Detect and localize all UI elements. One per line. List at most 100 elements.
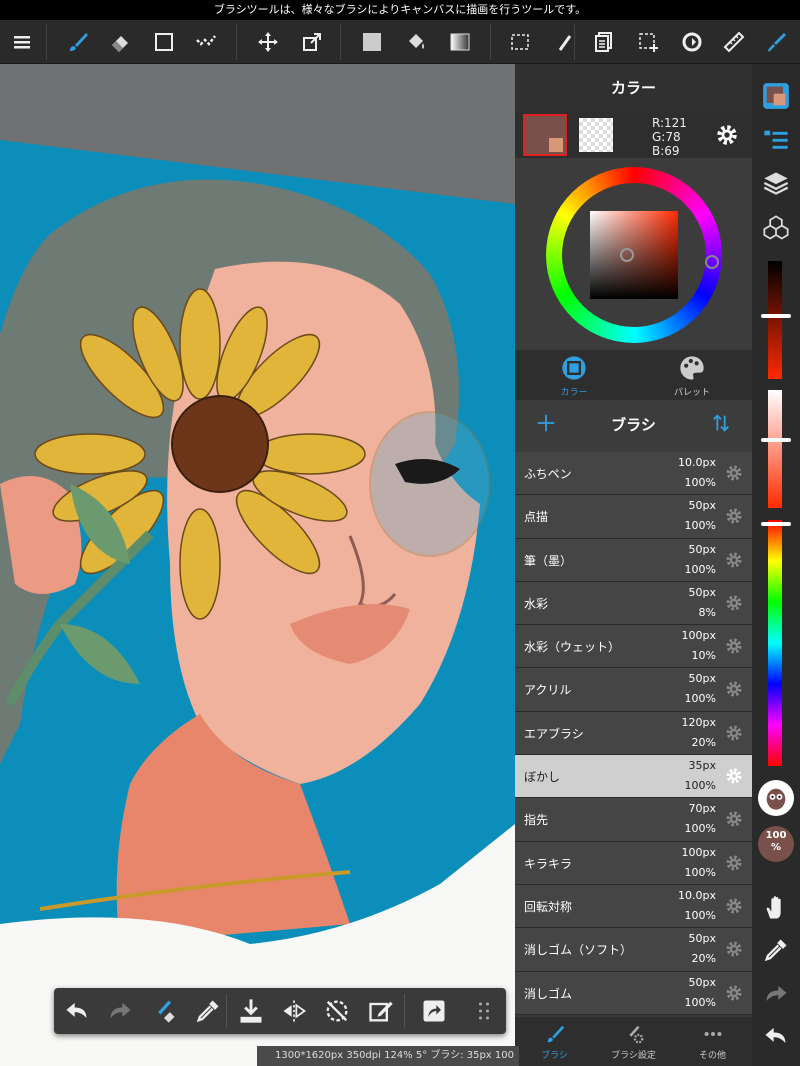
- brush-row[interactable]: キラキラ 100px 100%: [515, 841, 752, 885]
- brush-row[interactable]: ぼかし 35px 100%: [515, 755, 752, 799]
- gear-icon[interactable]: [724, 896, 744, 916]
- hue-knob[interactable]: [761, 522, 791, 526]
- undo-icon[interactable]: [63, 997, 91, 1025]
- drag-handle-icon[interactable]: [470, 997, 498, 1025]
- brightness-slider[interactable]: [768, 261, 782, 379]
- saturation-knob[interactable]: [761, 438, 791, 442]
- layers-icon[interactable]: [762, 169, 790, 197]
- tab-palette[interactable]: パレット: [633, 354, 751, 398]
- brush-row[interactable]: 消しゴム（ソフト） 50px 20%: [515, 928, 752, 972]
- brush-row[interactable]: 指先 70px 100%: [515, 798, 752, 842]
- drawing-canvas[interactable]: [0, 64, 515, 1066]
- rectangle-tool-icon[interactable]: [148, 26, 180, 58]
- select-pen-icon[interactable]: [548, 26, 580, 58]
- redo-icon[interactable]: [106, 997, 134, 1025]
- more-icon: [704, 1031, 721, 1037]
- tab-brush-settings[interactable]: ブラシ設定: [594, 1023, 673, 1061]
- eyedropper-icon[interactable]: [194, 997, 222, 1025]
- opacity-button[interactable]: 100 %: [758, 826, 794, 862]
- tab-color[interactable]: カラー: [515, 354, 633, 398]
- brush-row[interactable]: 水彩 50px 8%: [515, 581, 752, 626]
- brush-row[interactable]: エアブラシ 120px 20%: [515, 711, 752, 756]
- copy-layer-icon[interactable]: [588, 26, 620, 58]
- transparent-color-swatch[interactable]: [579, 118, 613, 152]
- undo-icon[interactable]: [762, 1022, 790, 1050]
- tab-brush[interactable]: ブラシ: [515, 1023, 594, 1061]
- panel-bottom-tabs: ブラシ ブラシ設定 その他: [515, 1017, 752, 1066]
- gear-icon[interactable]: [724, 853, 744, 873]
- gear-icon[interactable]: [724, 593, 744, 613]
- brightness-knob[interactable]: [761, 314, 791, 318]
- brush-settings-icon: [628, 1025, 643, 1044]
- snap-icon[interactable]: [676, 26, 708, 58]
- brush-size: 50px: [688, 585, 717, 599]
- brush-row[interactable]: 筆（墨） 50px 100%: [515, 538, 752, 582]
- save-icon[interactable]: [237, 997, 265, 1025]
- flip-horizontal-icon[interactable]: [280, 997, 308, 1025]
- floating-toolbar: [54, 988, 506, 1034]
- brush-name: 消しゴム: [524, 986, 573, 1001]
- ruler-icon[interactable]: [718, 26, 750, 58]
- gear-icon[interactable]: [724, 636, 744, 656]
- eyedropper-icon[interactable]: [762, 936, 790, 964]
- gear-icon[interactable]: [724, 550, 744, 570]
- deselect-icon[interactable]: [632, 26, 664, 58]
- color-wheel-area[interactable]: [515, 158, 752, 350]
- main-color-swatch[interactable]: [523, 114, 567, 156]
- bucket-tool-icon[interactable]: [400, 26, 432, 58]
- redo-icon[interactable]: [762, 980, 790, 1008]
- brush-opacity: 8%: [698, 605, 716, 619]
- hand-icon[interactable]: [762, 894, 790, 922]
- brush-opacity: 100%: [684, 822, 716, 836]
- edit-canvas-icon[interactable]: [367, 997, 395, 1025]
- transform-tool-icon[interactable]: [296, 26, 328, 58]
- reset-rotation-icon[interactable]: [323, 997, 351, 1025]
- brush-opacity: 20%: [691, 952, 716, 966]
- brush-row[interactable]: 消しゴム 50px 100%: [515, 971, 752, 1015]
- gear-icon[interactable]: [724, 766, 744, 786]
- brush-size: 50px: [688, 499, 717, 513]
- gear-icon[interactable]: [724, 939, 744, 959]
- brush-row[interactable]: 回転対称 10.0px 100%: [515, 884, 752, 929]
- brush-row[interactable]: 水彩（ウェット） 100px 10%: [515, 625, 752, 669]
- gear-icon[interactable]: [714, 122, 740, 148]
- materials-icon[interactable]: [762, 214, 790, 242]
- lasso-tool-icon[interactable]: [190, 26, 222, 58]
- tooltip-bar: ブラシツールは、様々なブラシによりキャンバスに描画を行うツールです。: [0, 0, 800, 20]
- gear-icon[interactable]: [724, 679, 744, 699]
- brush-panel-header: ブラシ: [515, 400, 752, 448]
- gear-icon[interactable]: [724, 723, 744, 743]
- brush-row[interactable]: ふちペン 10.0px 100%: [515, 452, 752, 496]
- saturation-slider[interactable]: [768, 390, 782, 508]
- brush-list-toggle-icon[interactable]: [762, 126, 790, 154]
- brush-eraser-switch-icon[interactable]: [150, 997, 178, 1025]
- pen-setting-icon[interactable]: [760, 26, 792, 58]
- gear-icon[interactable]: [724, 809, 744, 829]
- move-tool-icon[interactable]: [252, 26, 284, 58]
- brush-opacity: 10%: [691, 649, 716, 663]
- color-panel: カラー R:121 G:78 B:69 カラー パレット: [515, 64, 752, 452]
- brush-row[interactable]: アクリル 50px 100%: [515, 668, 752, 712]
- share-icon[interactable]: [420, 997, 448, 1025]
- brush-row[interactable]: 点描 50px 100%: [515, 495, 752, 539]
- fill-color-icon[interactable]: [356, 26, 388, 58]
- color-panel-toggle-icon[interactable]: [762, 82, 790, 110]
- brush-preview-button[interactable]: [758, 780, 794, 816]
- brush-size: 50px: [688, 932, 717, 946]
- gradient-tool-icon[interactable]: [444, 26, 476, 58]
- eraser-tool-icon[interactable]: [104, 26, 136, 58]
- brush-opacity: 100%: [684, 562, 716, 576]
- sort-icon[interactable]: [710, 412, 732, 434]
- menu-icon[interactable]: [6, 26, 38, 58]
- saturation-value-square[interactable]: [590, 211, 678, 299]
- tab-other[interactable]: その他: [673, 1023, 752, 1061]
- select-tool-icon[interactable]: [504, 26, 536, 58]
- hue-picker-handle[interactable]: [705, 255, 719, 269]
- brush-icon: [547, 1025, 564, 1043]
- gear-icon[interactable]: [724, 506, 744, 526]
- hue-slider[interactable]: [768, 520, 782, 766]
- sv-picker-handle[interactable]: [620, 248, 634, 262]
- gear-icon[interactable]: [724, 463, 744, 483]
- brush-tool-icon[interactable]: [62, 26, 94, 58]
- gear-icon[interactable]: [724, 983, 744, 1003]
